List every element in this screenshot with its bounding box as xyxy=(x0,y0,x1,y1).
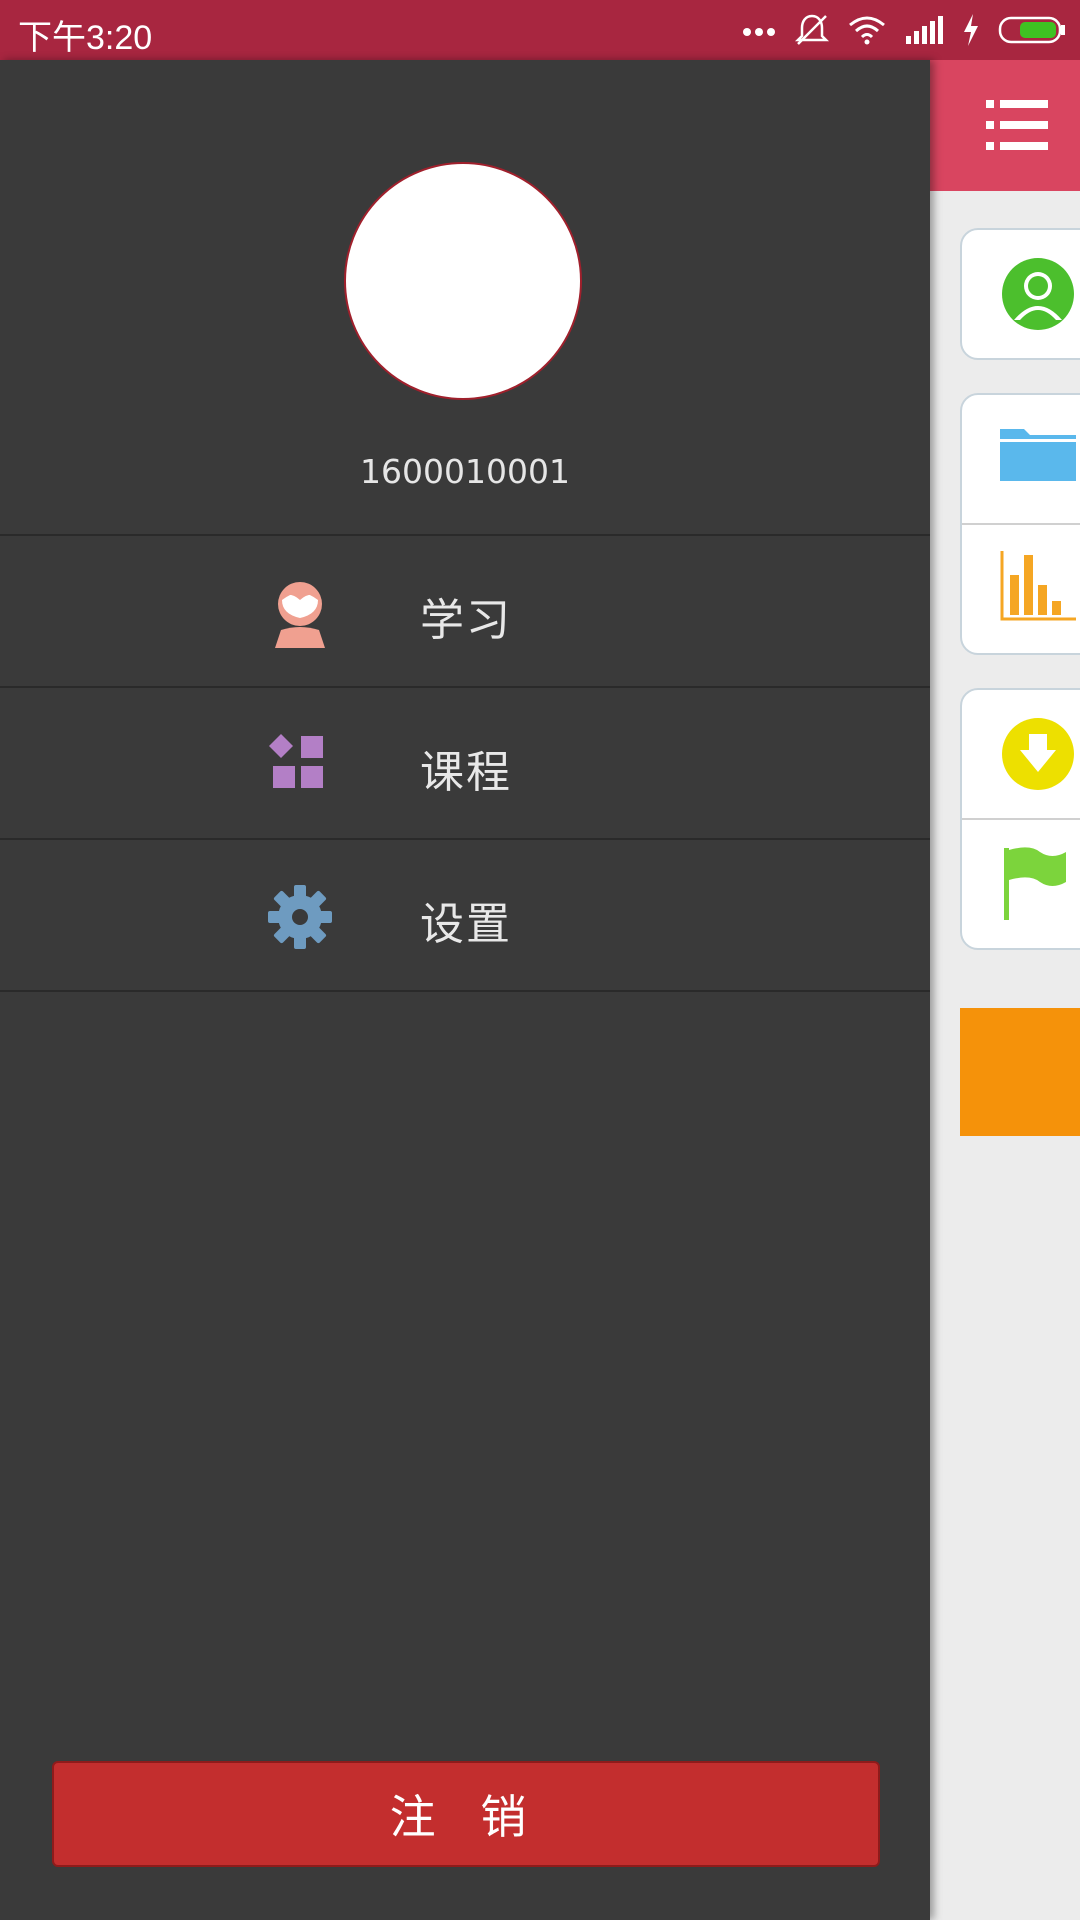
more-dots-icon xyxy=(743,28,775,36)
menu-item-label: 学习 xyxy=(420,595,512,646)
username-label: 1600010001 xyxy=(360,452,570,491)
avatar[interactable] xyxy=(344,162,582,400)
card-row-flag[interactable] xyxy=(962,818,1080,948)
download-icon xyxy=(1002,718,1074,790)
card-row-user[interactable] xyxy=(962,230,1080,358)
mute-icon xyxy=(794,14,830,45)
battery-icon xyxy=(998,16,1065,44)
divider xyxy=(0,990,930,992)
user-icon xyxy=(1002,258,1074,330)
main-header xyxy=(930,60,1080,191)
menu-item-study[interactable]: 学习 xyxy=(0,536,930,686)
card-actions xyxy=(960,688,1080,950)
main-content xyxy=(930,60,1080,1920)
folder-icon xyxy=(1000,429,1076,481)
card-profile xyxy=(960,228,1080,360)
list-menu-icon[interactable] xyxy=(986,96,1048,154)
card-row-folder[interactable] xyxy=(962,395,1080,523)
wifi-icon xyxy=(849,16,885,45)
status-bar: 下午3:20 xyxy=(0,0,1080,60)
menu-item-label: 设置 xyxy=(420,899,512,950)
card-files xyxy=(960,393,1080,655)
menu-item-courses[interactable]: 课程 xyxy=(0,688,930,838)
student-icon xyxy=(275,582,325,648)
menu-item-settings[interactable]: 设置 xyxy=(0,840,930,990)
signal-icon xyxy=(906,16,943,44)
card-row-chart[interactable] xyxy=(962,523,1080,653)
menu-item-label: 课程 xyxy=(420,747,512,798)
gear-icon xyxy=(268,885,332,949)
orange-tile[interactable] xyxy=(960,1008,1080,1136)
charging-icon xyxy=(964,14,978,46)
navigation-drawer: 1600010001 学习 课程 设置 注 销 xyxy=(0,60,930,1920)
course-grid-icon xyxy=(269,734,323,788)
flag-icon xyxy=(1004,847,1066,920)
card-row-download[interactable] xyxy=(962,690,1080,818)
logout-button[interactable]: 注 销 xyxy=(52,1761,880,1867)
bar-chart-icon xyxy=(1000,551,1076,621)
status-icons xyxy=(742,0,1066,60)
status-time: 下午3:20 xyxy=(18,19,153,57)
